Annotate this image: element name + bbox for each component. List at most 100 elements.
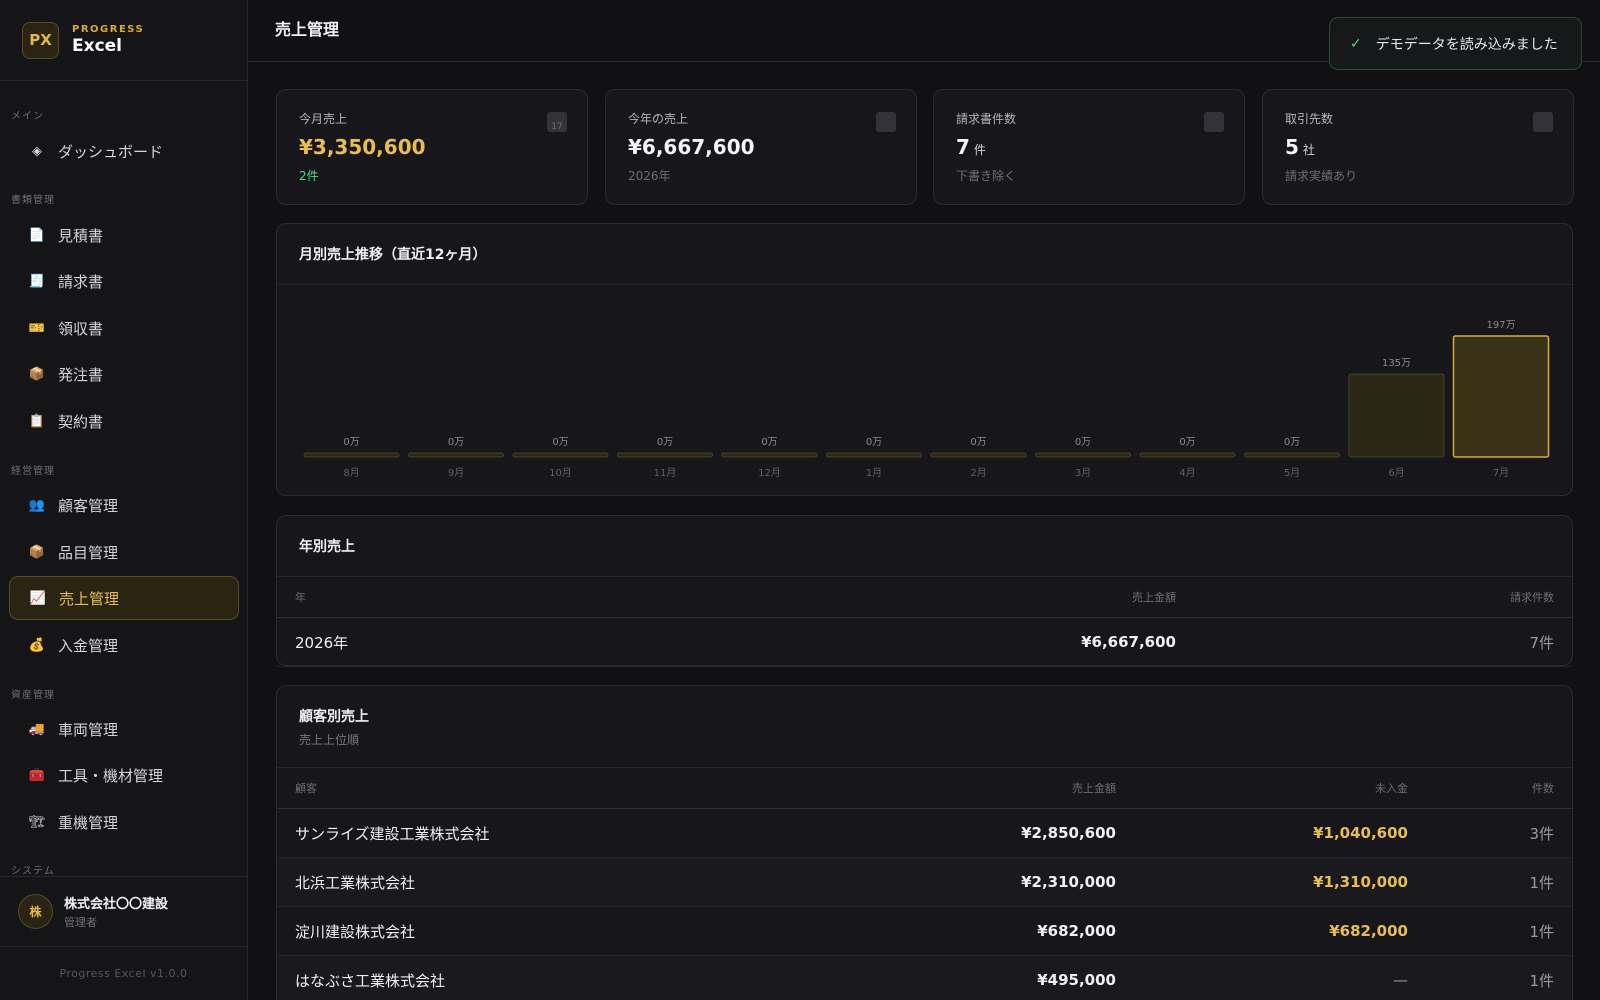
diamond-icon: ◈ <box>32 143 42 159</box>
chart-value-label: 0万 <box>1075 437 1091 448</box>
user-profile[interactable]: 株 株式会社〇〇建設 管理者 <box>0 876 247 946</box>
nav-section-documents: 書類管理 <box>11 195 55 206</box>
sidebar-item-11[interactable]: 🧰 工具・機材管理 <box>9 753 239 797</box>
chart-category-label: 5月 <box>1284 467 1300 479</box>
nav-section-system: システム <box>11 866 55 877</box>
sidebar-item-label: ダッシュボード <box>58 142 164 161</box>
customer-subtitle: 売上上位順 <box>299 732 360 747</box>
notepad-icon <box>876 112 896 132</box>
chart-bar[interactable] <box>826 452 922 458</box>
stat-card-year-sales: 今年の売上 ¥6,667,600 2026年 <box>605 89 917 205</box>
chart-value-label: 0万 <box>761 437 777 448</box>
count-cell: 1件 <box>1529 971 1554 990</box>
package-icon: 📦 <box>28 366 46 382</box>
brand-sub: PROGRESS <box>72 24 145 35</box>
stat-sub: 下書き除く <box>956 169 1017 183</box>
sidebar-item-label: 品目管理 <box>58 543 119 562</box>
chart-bar[interactable] <box>512 452 609 458</box>
chart-title: 月別売上推移（直近12ヶ月） <box>299 247 487 263</box>
chart-category-label: 4月 <box>1179 467 1195 479</box>
ticket-icon: 🎫 <box>28 320 46 336</box>
stat-unit: 社 <box>1302 143 1315 157</box>
chart-bar[interactable] <box>1139 452 1236 458</box>
sidebar-item-12[interactable]: 🏗 重機管理 <box>9 800 239 844</box>
stat-sub: 2026年 <box>628 169 671 183</box>
sidebar-item-label: 顧客管理 <box>58 496 119 515</box>
sidebar-item-label: 契約書 <box>58 412 104 431</box>
chart-value-label: 0万 <box>448 437 464 448</box>
yearly-table-header: 年 売上金額 請求件数 <box>277 577 1572 618</box>
table-row[interactable]: はなぶさ工業株式会社 ¥495,000 — 1件 <box>277 956 1572 1000</box>
col-customer: 顧客 <box>295 782 317 795</box>
sidebar-item-4[interactable]: 📦 発注書 <box>9 352 239 396</box>
col-unpaid: 未入金 <box>1375 782 1408 795</box>
sidebar-item-label: 請求書 <box>58 272 104 291</box>
sidebar-item-3[interactable]: 🎫 領収書 <box>9 306 239 350</box>
user-role: 管理者 <box>64 916 97 929</box>
sidebar-item-label: 入金管理 <box>58 636 119 655</box>
customer-name-cell: サンライズ建設工業株式会社 <box>295 824 490 843</box>
count-cell: 7件 <box>1529 633 1554 652</box>
table-row[interactable]: 2026年 ¥6,667,600 7件 <box>277 618 1572 667</box>
table-row[interactable]: 淀川建設株式会社 ¥682,000 ¥682,000 1件 <box>277 907 1572 956</box>
sidebar-item-label: 売上管理 <box>59 589 120 608</box>
chart-bar[interactable] <box>1452 335 1550 458</box>
brand-logo: PX <box>22 21 59 59</box>
unpaid-cell: ¥1,310,000 <box>1313 873 1408 891</box>
toast-message: デモデータを読み込みました <box>1375 36 1558 53</box>
sidebar-item-5[interactable]: 📋 契約書 <box>9 399 239 443</box>
stat-card-month-sales: 今月売上 ¥3,350,600 2件 17 <box>276 89 588 205</box>
chart-bar[interactable] <box>721 452 818 458</box>
toast-notification[interactable]: ✓ デモデータを読み込みました <box>1329 17 1582 70</box>
chart-value-label: 0万 <box>866 437 882 448</box>
customer-name-cell: 淀川建設株式会社 <box>295 922 416 941</box>
check-icon: ✓ <box>1350 35 1362 52</box>
col-count: 請求件数 <box>1510 591 1554 604</box>
user-name: 株式会社〇〇建設 <box>64 897 169 912</box>
sidebar-item-0[interactable]: ◈ ダッシュボード <box>9 129 239 173</box>
brand[interactable]: PX PROGRESS Excel <box>0 0 247 81</box>
stat-card-client-count: 取引先数 5社 請求実績あり <box>1262 89 1574 205</box>
chart-bar[interactable] <box>1348 373 1445 458</box>
chart-bar[interactable] <box>303 452 400 458</box>
sidebar-item-9[interactable]: 💰 入金管理 <box>9 623 239 667</box>
chart-category-label: 12月 <box>758 467 781 479</box>
avatar: 株 <box>18 894 53 929</box>
building-icon <box>1533 112 1553 132</box>
sidebar-item-1[interactable]: 📄 見積書 <box>9 213 239 257</box>
chart-bar[interactable] <box>930 452 1027 458</box>
chart-bar[interactable] <box>1035 452 1131 458</box>
table-row[interactable]: サンライズ建設工業株式会社 ¥2,850,600 ¥1,040,600 3件 <box>277 809 1572 858</box>
stat-label: 取引先数 <box>1285 112 1334 126</box>
sidebar-item-6[interactable]: 👥 顧客管理 <box>9 483 239 527</box>
table-row[interactable]: 北浜工業株式会社 ¥2,310,000 ¥1,310,000 1件 <box>277 858 1572 907</box>
sidebar-item-label: 工具・機材管理 <box>58 766 164 785</box>
chart-bar[interactable] <box>1244 452 1340 458</box>
amount-cell: ¥6,667,600 <box>1081 633 1176 651</box>
nav-section-management: 経営管理 <box>11 466 55 477</box>
monthly-sales-chart-card: 月別売上推移（直近12ヶ月） 0万 8月 0万 9月 0万 10月 0万 11月 0万 12月 0万… <box>276 223 1573 496</box>
unpaid-cell: — <box>1393 971 1408 989</box>
sidebar-item-7[interactable]: 📦 品目管理 <box>9 530 239 574</box>
sidebar-item-8[interactable]: 📈 売上管理 <box>9 576 239 620</box>
chart-up-icon: 📈 <box>29 590 47 606</box>
sidebar-item-10[interactable]: 🚚 車両管理 <box>9 707 239 751</box>
count-cell: 1件 <box>1529 922 1554 941</box>
chart-value-label: 0万 <box>343 437 359 448</box>
receipt-icon <box>1204 112 1224 132</box>
sidebar-item-2[interactable]: 🧾 請求書 <box>9 259 239 303</box>
chart-value-label: 0万 <box>657 437 673 448</box>
sidebar-item-label: 車両管理 <box>58 720 119 739</box>
package-icon: 📦 <box>28 544 46 560</box>
nav-section-main: メイン <box>11 111 44 122</box>
stat-unit: 件 <box>973 143 986 157</box>
year-cell: 2026年 <box>295 633 349 652</box>
receipt-icon: 🧾 <box>28 273 46 289</box>
chart-bar[interactable] <box>408 452 504 458</box>
chart-bar[interactable] <box>617 452 713 458</box>
stat-value: ¥6,667,600 <box>628 135 755 159</box>
col-amount: 売上金額 <box>1072 782 1116 795</box>
customer-name-cell: はなぶさ工業株式会社 <box>295 971 446 990</box>
unpaid-cell: ¥1,040,600 <box>1313 824 1408 842</box>
stat-label: 請求書件数 <box>956 112 1017 126</box>
